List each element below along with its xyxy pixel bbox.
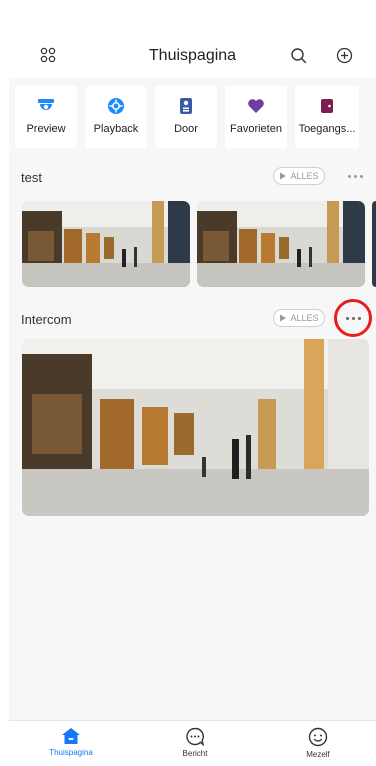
tile-playback[interactable]: Playback xyxy=(85,86,147,148)
view-all-label: ALLES xyxy=(290,171,319,181)
view-all-button[interactable]: ALLES xyxy=(273,167,325,185)
play-icon xyxy=(280,172,287,180)
section-title-intercom: Intercom xyxy=(21,312,72,327)
view-all-label: ALLES xyxy=(290,313,319,323)
tab-mezelf[interactable]: Mezelf xyxy=(273,727,363,759)
quick-access-tiles: Preview Playback Door Favorieten Toegang… xyxy=(15,86,359,148)
app-screen: Thuispagina Preview Playback Door Favori… xyxy=(9,30,376,766)
tile-label: Door xyxy=(174,123,198,135)
section-title-test: test xyxy=(21,170,42,185)
tile-label: Toegangs... xyxy=(298,123,356,135)
hall-scene-image xyxy=(197,201,365,287)
tab-label: Thuispagina xyxy=(49,748,93,757)
message-icon xyxy=(186,727,205,746)
more-options-icon[interactable] xyxy=(343,170,367,182)
tile-toegang[interactable]: Toegangs... xyxy=(295,86,359,148)
camera-thumbnail[interactable] xyxy=(22,201,190,287)
camera-icon xyxy=(37,97,55,115)
search-icon[interactable] xyxy=(287,44,309,66)
home-icon xyxy=(62,728,80,744)
top-bar: Thuispagina xyxy=(9,30,376,78)
tile-label: Favorieten xyxy=(230,123,282,135)
intercom-camera-thumbnail[interactable] xyxy=(22,339,369,516)
door-icon xyxy=(177,97,195,115)
hall-scene-image xyxy=(22,201,190,287)
playback-icon xyxy=(107,97,125,115)
tab-label: Mezelf xyxy=(306,750,330,759)
play-icon xyxy=(280,314,287,322)
view-all-button[interactable]: ALLES xyxy=(273,309,325,327)
tile-door[interactable]: Door xyxy=(155,86,217,148)
heart-icon xyxy=(247,97,265,115)
tile-label: Preview xyxy=(26,123,66,135)
bottom-tab-bar: Thuispagina Bericht Mezelf xyxy=(9,720,376,766)
access-icon xyxy=(318,97,336,115)
tab-bericht[interactable]: Bericht xyxy=(150,727,240,758)
hall-scene-image xyxy=(22,339,369,516)
tab-label: Bericht xyxy=(182,749,208,758)
more-options-icon-highlighted[interactable] xyxy=(334,299,372,337)
tile-label: Playback xyxy=(93,123,139,135)
camera-thumbnail[interactable] xyxy=(197,201,365,287)
tile-preview[interactable]: Preview xyxy=(15,86,77,148)
tile-favorieten[interactable]: Favorieten xyxy=(225,86,287,148)
profile-icon xyxy=(308,727,328,747)
page-title: Thuispagina xyxy=(148,47,237,64)
add-icon[interactable] xyxy=(333,44,355,66)
tab-thuispagina[interactable]: Thuispagina xyxy=(26,727,116,757)
camera-thumbnail-partial[interactable] xyxy=(372,201,376,287)
